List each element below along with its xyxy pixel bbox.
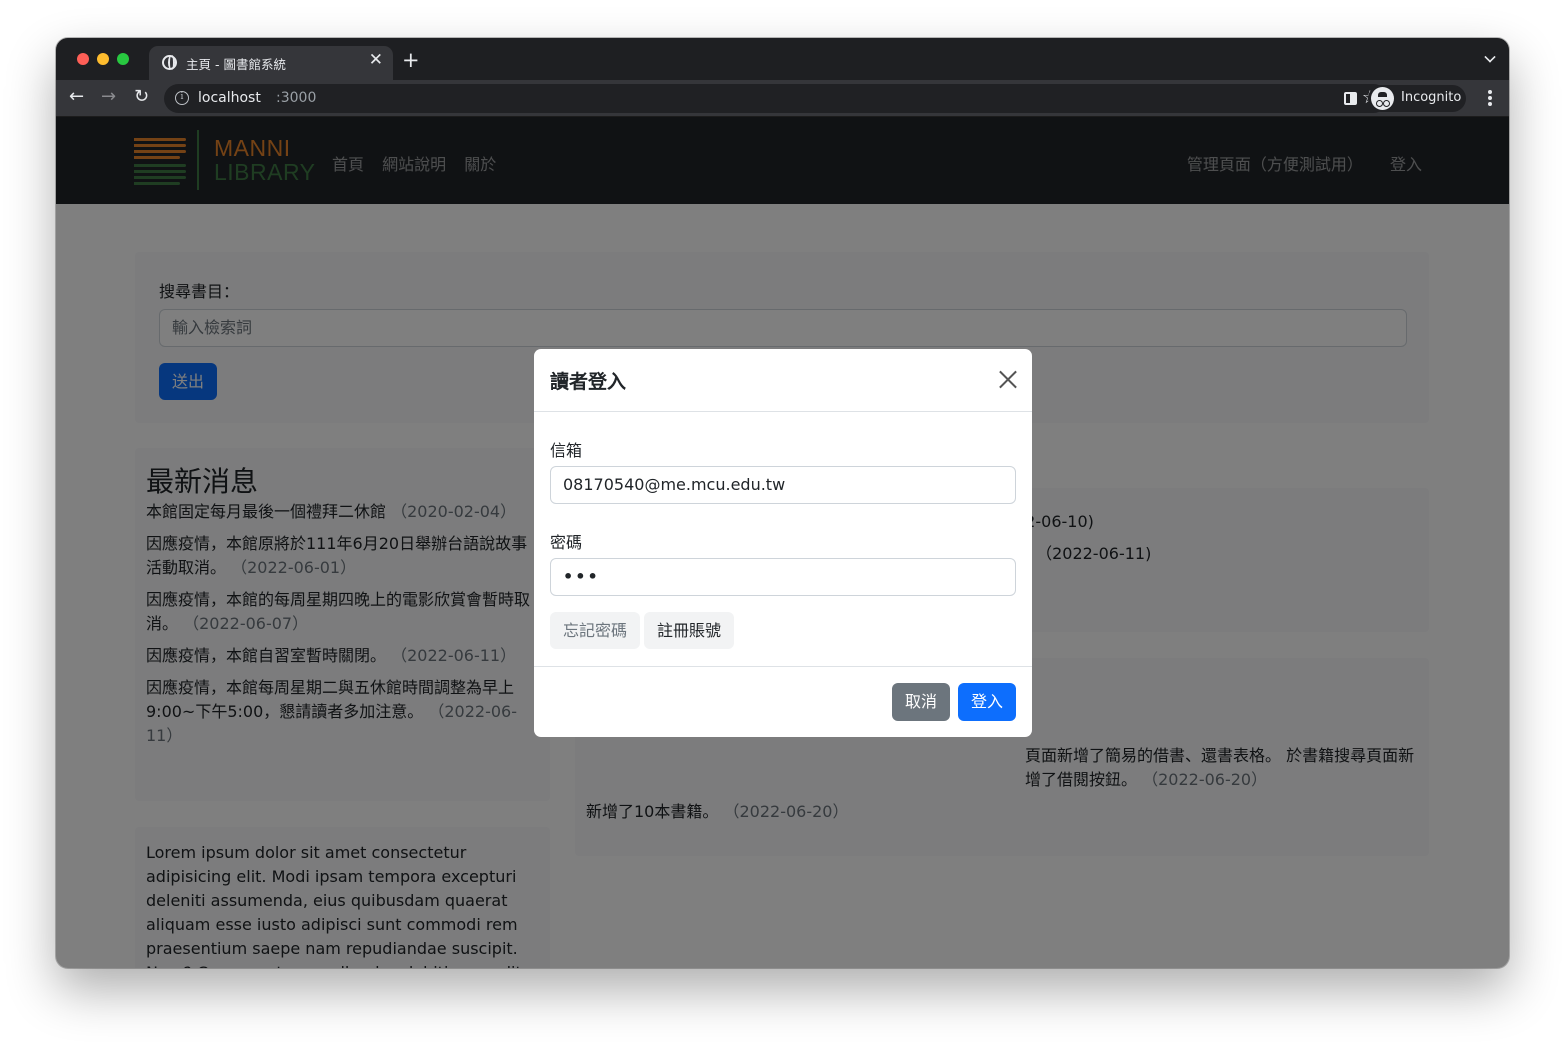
close-icon[interactable]: ✕ [369,52,383,69]
email-label: 信箱 [550,441,583,460]
maximize-window-button[interactable] [117,53,129,65]
browser-toolbar: ← → ↻ i localhost :3000 ☆ Incognito [56,80,1509,117]
modal-title: 讀者登入 [550,371,627,393]
plus-icon[interactable]: + [402,50,420,71]
login-button[interactable]: 登入 [958,683,1016,721]
url-host: localhost [198,90,261,106]
kebab-menu-icon[interactable] [1488,90,1492,106]
forward-arrow-icon[interactable]: → [101,88,116,106]
incognito-label: Incognito [1401,90,1462,105]
modal-footer: 取消 登入 [534,666,1032,737]
address-bar[interactable]: i localhost :3000 ☆ [164,84,1388,113]
minimize-window-button[interactable] [97,53,109,65]
browser-tab[interactable]: 主頁 - 圖書館系統 ✕ [149,46,393,80]
incognito-profile-button[interactable]: Incognito [1368,85,1466,112]
close-window-button[interactable] [77,53,89,65]
reload-icon[interactable]: ↻ [134,88,149,106]
tab-bar: 主頁 - 圖書館系統 ✕ + [56,38,1509,80]
password-label: 密碼 [550,533,583,552]
cancel-button[interactable]: 取消 [892,683,950,721]
chevron-down-icon[interactable] [1484,51,1496,63]
tab-title: 主頁 - 圖書館系統 [186,57,286,72]
url-port: :3000 [276,90,317,106]
forgot-password-button[interactable]: 忘記密碼 [550,612,640,649]
back-arrow-icon[interactable]: ← [69,88,84,106]
login-modal: 讀者登入 信箱 08170540@me.mcu.edu.tw 密碼 ••• 忘記… [534,349,1032,737]
register-button[interactable]: 註冊賬號 [644,612,734,649]
side-panel-icon[interactable] [1344,92,1357,105]
globe-icon [162,55,177,70]
browser-window: 主頁 - 圖書館系統 ✕ + ← → ↻ i localhost :3000 ☆… [56,38,1509,968]
info-icon[interactable]: i [175,91,189,105]
close-icon[interactable] [998,369,1018,389]
page-content: MANNI LIBRARY 首頁 網站說明 關於 管理頁面（方便測試用） 登入 … [56,117,1509,968]
email-field[interactable]: 08170540@me.mcu.edu.tw [550,466,1016,504]
modal-header: 讀者登入 [534,349,1032,412]
incognito-icon [1371,87,1394,110]
password-field[interactable]: ••• [550,558,1016,596]
